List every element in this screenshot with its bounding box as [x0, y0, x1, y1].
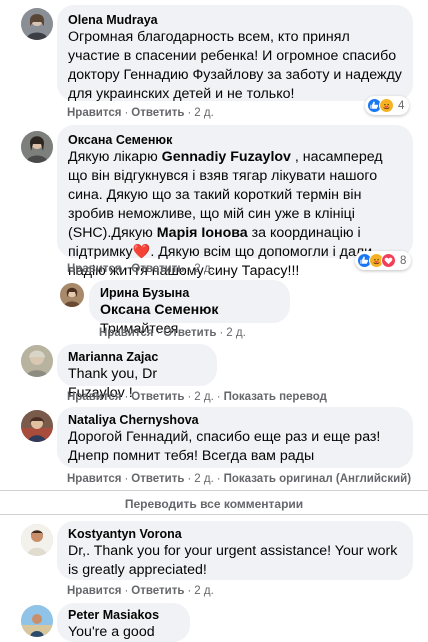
reply-link[interactable]: Ответить [131, 107, 184, 119]
avatar[interactable] [60, 283, 84, 307]
comment-actions: Нравится · Ответить · 2 д. [67, 584, 214, 598]
separator: · [124, 107, 129, 119]
reactions-count: 4 [398, 99, 405, 112]
love-reaction-icon [381, 253, 396, 268]
comment-author[interactable]: Nataliya Chernyshova [68, 412, 402, 428]
timestamp[interactable]: 2 д. [194, 585, 214, 597]
comment-author[interactable]: Ирина Бузына [100, 285, 279, 301]
text-segment: Дякую лікарю [68, 149, 162, 165]
reply-link[interactable]: Ответить [131, 263, 184, 275]
separator: · [187, 473, 192, 485]
comment-author[interactable]: Kostyantyn Vorona [68, 526, 402, 542]
separator: · [219, 327, 224, 339]
reply-link[interactable]: Ответить [163, 327, 216, 339]
timestamp[interactable]: 2 д. [226, 327, 246, 339]
comment-actions: Нравится · Ответить · 2 д. · Показать перевод [67, 390, 327, 404]
separator: · [187, 263, 192, 275]
separator: · [216, 391, 221, 403]
mention-link[interactable]: Марія Іонова [157, 225, 248, 241]
separator: · [187, 391, 192, 403]
timestamp[interactable]: 2 д. [194, 391, 214, 403]
like-link[interactable]: Нравится [67, 391, 121, 403]
separator: · [124, 473, 129, 485]
timestamp[interactable]: 2 д. [194, 107, 214, 119]
comment-text: Dr,. Thank you for your urgent assistanc… [68, 543, 398, 578]
comment-bubble: Kostyantyn Vorona Dr,. Thank you for you… [57, 521, 413, 580]
separator: · [187, 585, 192, 597]
comment-bubble: Ирина Бузына Оксана Семенюк Тримайтеся [89, 280, 290, 337]
avatar[interactable] [21, 345, 53, 377]
avatar[interactable] [21, 524, 53, 556]
like-link[interactable]: Нравится [99, 327, 153, 339]
comment-bubble: Marianna Zajac Thank you, Dr Fuzaylov ! [57, 344, 217, 401]
timestamp[interactable]: 2 д. [194, 473, 214, 485]
avatar[interactable] [21, 131, 53, 163]
separator: · [124, 585, 129, 597]
care-reaction-icon [379, 98, 394, 113]
comment-author[interactable]: Оксана Семенюк [68, 132, 402, 148]
comment-actions: Нравится · Ответить · 2 д. · Показать оригинал… [67, 472, 411, 486]
comment-author[interactable]: Peter Masiakos [68, 607, 179, 623]
comment-bubble: Olena Mudraya Огромная благодарность все… [57, 5, 413, 102]
separator: · [124, 263, 129, 275]
comment-text: Дорогой Геннадий, спасибо еще раз и еще … [68, 429, 381, 464]
comment-text: Огромная благодарность всем, кто принял … [68, 29, 402, 102]
reply-link[interactable]: Ответить [131, 585, 184, 597]
section-divider [0, 490, 428, 491]
separator: · [124, 391, 129, 403]
separator: · [156, 327, 161, 339]
timestamp[interactable]: 2 д. [194, 263, 214, 275]
like-link[interactable]: Нравится [67, 473, 121, 485]
reactions-summary[interactable]: 4 [365, 96, 410, 115]
mention-link[interactable]: Gennadiy Fuzaylov [162, 149, 291, 165]
comment-actions: Нравится · Ответить · 2 д. [67, 106, 214, 120]
comment-author[interactable]: Olena Mudraya [68, 12, 402, 28]
like-link[interactable]: Нравится [67, 107, 121, 119]
reactions-count: 8 [400, 254, 407, 267]
mention-link[interactable]: Оксана Семенюк [100, 302, 218, 318]
comment-bubble: Nataliya Chernyshova Дорогой Геннадий, с… [57, 407, 413, 468]
reply-link[interactable]: Ответить [131, 473, 184, 485]
show-original-link[interactable]: Показать оригинал (Английский) [224, 473, 411, 485]
comment-bubble: Peter Masiakos You're a good man! [57, 603, 190, 642]
comment-text: You're a good man! [68, 624, 155, 640]
separator: · [216, 473, 221, 485]
comment-actions: Нравится · Ответить · 2 д. [67, 262, 214, 276]
comment-actions: Нравится · Ответить · 2 д. [99, 326, 246, 340]
avatar[interactable] [21, 410, 53, 442]
avatar[interactable] [21, 605, 53, 637]
comment-bubble: Оксана Семенюк Дякую лікарю Gennadiy Fuz… [57, 125, 413, 279]
avatar[interactable] [21, 8, 53, 40]
comment-author[interactable]: Marianna Zajac [68, 349, 206, 365]
like-link[interactable]: Нравится [67, 585, 121, 597]
translate-all-comments-link[interactable]: Переводить все комментарии [0, 497, 428, 511]
like-link[interactable]: Нравится [67, 263, 121, 275]
separator: · [187, 107, 192, 119]
show-translation-link[interactable]: Показать перевод [224, 391, 327, 403]
section-divider [0, 514, 428, 515]
heart-emoji: ❤️ [132, 244, 151, 260]
reply-link[interactable]: Ответить [131, 391, 184, 403]
reactions-summary[interactable]: 8 [355, 251, 412, 270]
